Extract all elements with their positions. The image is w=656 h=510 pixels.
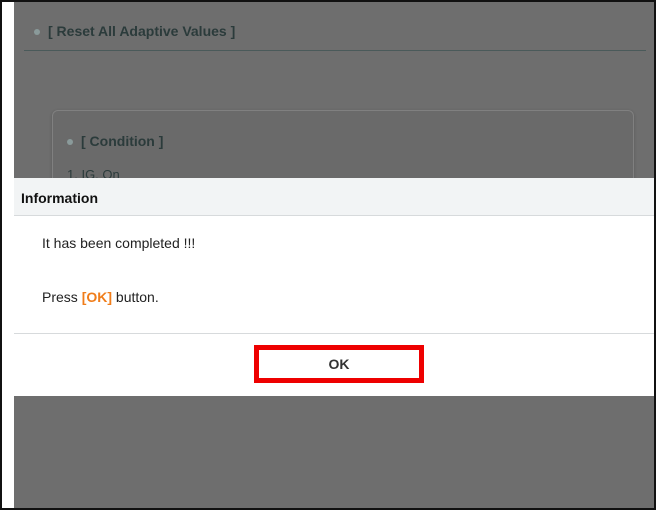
- completion-message: It has been completed !!!: [42, 235, 196, 251]
- dialog-footer: OK: [14, 333, 654, 396]
- bullet-icon: [67, 139, 73, 146]
- section-title-text: [ Reset All Adaptive Values ]: [48, 23, 236, 39]
- instruction-message: Press [OK] button.: [42, 289, 159, 305]
- device-frame: [ Reset All Adaptive Values ] [ Conditio…: [0, 0, 656, 510]
- section-title: [ Reset All Adaptive Values ]: [34, 23, 235, 39]
- dialog-title: Information: [21, 190, 98, 206]
- instruction-prefix: Press: [42, 289, 82, 305]
- dialog-body: It has been completed !!! Press [OK] but…: [14, 216, 654, 333]
- instruction-ok-highlight: [OK]: [81, 289, 113, 305]
- information-dialog: Information It has been completed !!! Pr…: [14, 178, 654, 396]
- bullet-icon: [34, 29, 40, 36]
- ok-button[interactable]: OK: [254, 345, 424, 383]
- app-screen: [ Reset All Adaptive Values ] [ Conditio…: [14, 2, 654, 508]
- condition-title-text: [ Condition ]: [81, 133, 164, 149]
- condition-title: [ Condition ]: [67, 133, 163, 149]
- section-header: [ Reset All Adaptive Values ]: [24, 20, 646, 51]
- instruction-suffix: button.: [112, 289, 159, 305]
- dialog-title-bar: Information: [14, 178, 654, 216]
